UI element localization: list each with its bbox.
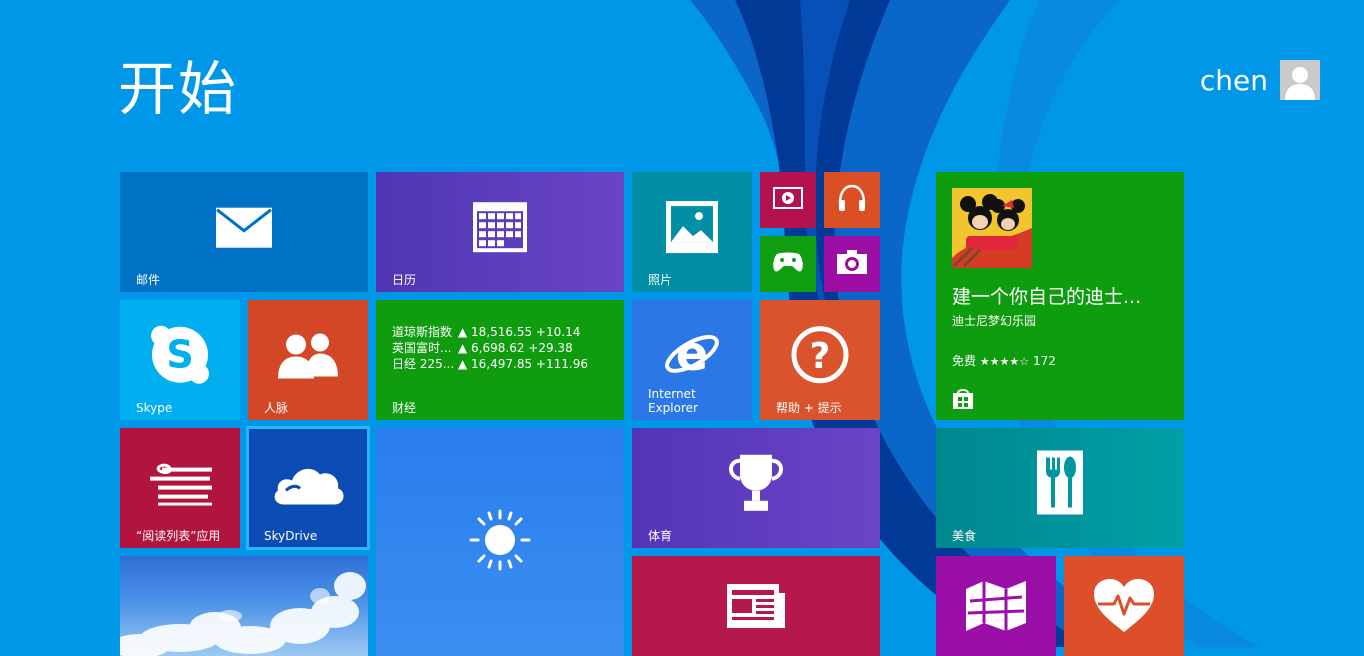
tile-weather[interactable]: [376, 428, 624, 656]
finance-quote-name: 日经 225...: [392, 357, 454, 371]
app-title: 建一个你自己的迪士...: [952, 286, 1142, 308]
finance-quote-value: ▲ 6,698.62 +29.38: [458, 341, 573, 355]
photos-icon: [665, 200, 719, 258]
tile-skydrive-label: SkyDrive: [264, 529, 318, 543]
internet-explorer-icon: e: [662, 326, 722, 388]
tile-finance-label: 财经: [392, 401, 417, 415]
skype-icon: S: [149, 324, 211, 390]
tile-ie-label-line1: Internet: [648, 387, 696, 401]
sky-wallpaper: [120, 572, 366, 656]
finance-quote-row: 英国富时... ▲ 6,698.62 +29.38: [392, 340, 588, 356]
map-icon: [964, 579, 1028, 637]
camera-icon: [836, 249, 868, 279]
tile-food[interactable]: 美食: [936, 428, 1184, 548]
finance-quote-row: 日经 225... ▲ 16,497.85 +111.96: [392, 356, 588, 372]
tile-finance[interactable]: 道琼斯指数 ▲ 18,516.55 +10.14 英国富时... ▲ 6,698…: [376, 300, 624, 420]
app-price: 免费: [952, 354, 977, 368]
user-account[interactable]: chen: [1200, 60, 1320, 100]
tile-people[interactable]: 人脉: [248, 300, 368, 420]
finance-quote-name: 英国富时...: [392, 341, 452, 355]
svg-text:S: S: [166, 333, 193, 377]
tile-sports[interactable]: 体育: [632, 428, 880, 548]
tile-news[interactable]: [632, 556, 880, 656]
user-name: chen: [1199, 63, 1268, 97]
tile-camera[interactable]: [824, 236, 880, 292]
tile-calendar-label: 日历: [392, 273, 417, 287]
tile-people-label: 人脉: [264, 401, 289, 415]
tile-desktop[interactable]: [120, 556, 368, 656]
tile-reading-list-label: “阅读列表”应用: [136, 529, 221, 543]
reading-list-icon: [148, 462, 212, 510]
help-icon: ?: [790, 325, 850, 389]
finance-quotes: 道琼斯指数 ▲ 18,516.55 +10.14 英国富时... ▲ 6,698…: [392, 324, 588, 372]
headphones-icon: [836, 183, 868, 217]
tile-sports-label: 体育: [648, 529, 673, 543]
tile-calendar[interactable]: 日历: [376, 172, 624, 292]
svg-text:?: ?: [810, 336, 831, 377]
fork-spoon-icon: [1036, 450, 1084, 520]
tile-skype[interactable]: S Skype: [120, 300, 240, 420]
app-rating: 免费 ★★★★☆ 172: [952, 352, 1056, 369]
tile-reading-list[interactable]: “阅读列表”应用: [120, 428, 240, 548]
finance-quote-name: 道琼斯指数: [392, 325, 453, 339]
svg-text:e: e: [676, 326, 709, 382]
tile-photos-label: 照片: [648, 273, 673, 287]
tile-video[interactable]: [760, 172, 816, 228]
news-icon: [726, 583, 786, 633]
tile-games[interactable]: [760, 236, 816, 292]
tile-ie-label-line2: Explorer: [648, 401, 698, 415]
app-rating-count: 172: [1032, 354, 1056, 368]
finance-quote-row: 道琼斯指数 ▲ 18,516.55 +10.14: [392, 324, 588, 340]
cloud-icon: [270, 461, 346, 511]
mail-icon: [215, 207, 273, 253]
user-avatar-icon: [1280, 60, 1320, 100]
finance-quote-value: ▲ 16,497.85 +111.96: [458, 357, 588, 371]
tile-help-label: 帮助 + 提示: [776, 401, 842, 415]
start-title: 开始: [118, 55, 239, 123]
heart-pulse-icon: [1092, 578, 1156, 638]
app-stars: ★★★★☆: [979, 355, 1030, 368]
app-subtitle: 迪士尼梦幻乐园: [952, 314, 1037, 328]
app-thumbnail: [952, 188, 1032, 268]
tile-health[interactable]: [1064, 556, 1184, 656]
store-icon: [952, 388, 974, 414]
tile-photos[interactable]: 照片: [632, 172, 752, 292]
tile-skype-label: Skype: [136, 401, 173, 415]
tile-ie-label: Internet Explorer: [648, 387, 698, 415]
xbox-controller-icon: [772, 250, 804, 278]
sun-icon: [467, 507, 533, 577]
tile-store-app[interactable]: 建一个你自己的迪士... 迪士尼梦幻乐园 免费 ★★★★☆ 172: [936, 172, 1184, 420]
tile-mail[interactable]: 邮件: [120, 172, 368, 292]
tile-skydrive[interactable]: SkyDrive: [246, 426, 370, 550]
tile-maps[interactable]: [936, 556, 1056, 656]
calendar-icon: [472, 201, 528, 257]
video-icon: [773, 187, 803, 213]
tile-music[interactable]: [824, 172, 880, 228]
trophy-icon: [724, 453, 788, 517]
tile-food-label: 美食: [952, 529, 977, 543]
people-icon: [276, 333, 340, 383]
tile-internet-explorer[interactable]: e Internet Explorer: [632, 300, 752, 420]
finance-quote-value: ▲ 18,516.55 +10.14: [458, 325, 581, 339]
tile-help[interactable]: ? 帮助 + 提示: [760, 300, 880, 420]
tile-mail-label: 邮件: [136, 273, 161, 287]
